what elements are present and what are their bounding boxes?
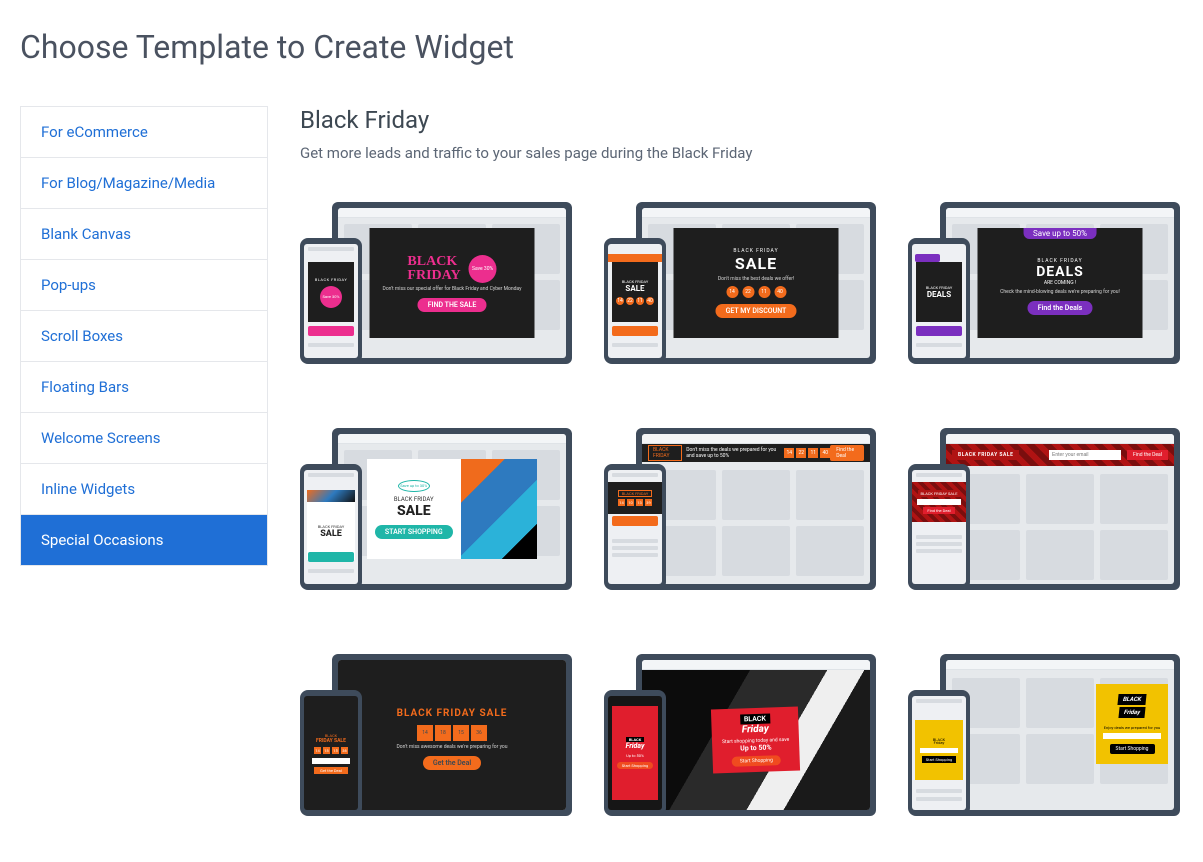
template-card-8[interactable]: BLACK Friday Start shopping today and sa…: [604, 654, 876, 816]
template-card-2[interactable]: BLACK FRIDAY SALE Don't miss the best de…: [604, 202, 876, 364]
t4-cta: START SHOPPING: [375, 525, 453, 539]
template-card-1[interactable]: BLACK FRIDAY Save 30% Don't miss our spe…: [300, 202, 572, 364]
t7-count: 14 18 15 36: [417, 725, 487, 741]
t7-head: BLACK FRIDAY SALE: [397, 708, 508, 719]
t1-phone-header: BLACK FRIDAY: [315, 277, 348, 282]
t2-sub: Don't miss the best deals we offer!: [718, 276, 794, 282]
t2-count: 14 22 11 40: [726, 286, 786, 298]
template-grid: BLACK FRIDAY Save 30% Don't miss our spe…: [300, 202, 1183, 816]
t5-text: Don't miss the deals we prepared for you…: [686, 447, 784, 459]
t2-cta: GET MY DISCOUNT: [716, 304, 797, 318]
t7-phone-cta: Get the Deal: [314, 767, 348, 774]
t8-tag2: Friday: [722, 723, 790, 736]
t9-phone-tag2: Friday: [934, 740, 945, 745]
t4-phone-cta: [308, 552, 354, 562]
t2-phone-head: SALE: [625, 284, 644, 293]
t3-phone-cta: [916, 326, 962, 336]
t7-cta: Get the Deal: [423, 756, 481, 770]
t4-pre: BLACK FRIDAY: [394, 496, 434, 503]
t1-cta: FIND THE SALE: [418, 298, 487, 312]
layout: For eCommerce For Blog/Magazine/Media Bl…: [20, 106, 1183, 816]
t4-phone-head: SALE: [320, 529, 342, 539]
sidebar-item-ecommerce[interactable]: For eCommerce: [21, 107, 267, 158]
sidebar-item-special[interactable]: Special Occasions: [21, 515, 267, 565]
t1-friday: FRIDAY: [407, 269, 460, 283]
template-card-3[interactable]: Save up to 50% BLACK FRIDAY DEALS ARE CO…: [908, 202, 1180, 364]
t6-phone-cta: Find the Deal: [923, 507, 954, 514]
t8-phone-tag2: Friday: [626, 742, 645, 750]
t6-phone-label: BLACK FRIDAY SALE: [918, 490, 961, 497]
t3-sub1: ARE COMING !: [1044, 280, 1076, 286]
t8-cta: Start Shopping: [732, 755, 781, 767]
sidebar-item-inline[interactable]: Inline Widgets: [21, 464, 267, 515]
t4-head: SALE: [397, 503, 431, 519]
template-card-7[interactable]: BLACK FRIDAY SALE 14 18 15 36 Don't miss…: [300, 654, 572, 816]
t2-head: SALE: [735, 254, 777, 273]
template-card-6[interactable]: BLACK FRIDAY SALE Find the Deal BLACK FR…: [908, 428, 1180, 590]
t5-count: 14221140: [784, 448, 830, 458]
t6-label: BLACK FRIDAY SALE: [952, 450, 1019, 460]
t4-badge: Save up to 30%: [398, 480, 430, 492]
t2-phone-cta: [612, 326, 658, 336]
sidebar-item-welcome[interactable]: Welcome Screens: [21, 413, 267, 464]
t3-cta: Find the Deals: [1028, 301, 1093, 315]
t9-cta: Start Shopping: [1110, 744, 1155, 754]
t6-email-input: [1049, 450, 1121, 460]
t9-line: Enjoy deals we prepared for you: [1104, 725, 1160, 730]
t7-sub: Don't miss awesome deals we're preparing…: [396, 744, 507, 750]
template-card-9[interactable]: BLACK Friday Enjoy deals we prepared for…: [908, 654, 1180, 816]
content-title: Black Friday: [300, 106, 1183, 134]
page-title: Choose Template to Create Widget: [20, 28, 1183, 66]
t8-phone-cta: Start Shopping: [617, 762, 653, 769]
sidebar-item-blank[interactable]: Blank Canvas: [21, 209, 267, 260]
sidebar-item-floatingbars[interactable]: Floating Bars: [21, 362, 267, 413]
sidebar-item-popups[interactable]: Pop-ups: [21, 260, 267, 311]
main-content: Black Friday Get more leads and traffic …: [300, 106, 1183, 816]
t5-cta: Find the Deal: [830, 445, 864, 461]
t5-phone-cta: [612, 516, 658, 526]
sidebar-item-scrollboxes[interactable]: Scroll Boxes: [21, 311, 267, 362]
content-description: Get more leads and traffic to your sales…: [300, 144, 1183, 162]
t5-phone-badge: BLACK FRIDAY: [618, 490, 653, 497]
t1-black: BLACK: [407, 255, 460, 269]
t3-ribbon: Save up to 50%: [1023, 228, 1097, 239]
t5-badge: BLACK FRIDAY: [648, 445, 682, 461]
t1-save-badge: Save 30%: [469, 255, 497, 283]
t9-phone-cta: Start Shopping: [922, 756, 956, 763]
t6-cta: Find the Deal: [1127, 450, 1168, 460]
t3-phone-head: DEALS: [927, 290, 951, 299]
template-card-4[interactable]: Save up to 30% BLACK FRIDAY SALE START S…: [300, 428, 572, 590]
t9-tag1: BLACK: [1122, 696, 1141, 703]
t3-head: DEALS: [1036, 264, 1084, 280]
sidebar: For eCommerce For Blog/Magazine/Media Bl…: [20, 106, 268, 566]
template-card-5[interactable]: BLACK FRIDAY Don't miss the deals we pre…: [604, 428, 876, 590]
t9-tag2: Friday: [1124, 709, 1141, 716]
sidebar-item-blog[interactable]: For Blog/Magazine/Media: [21, 158, 267, 209]
t8-phone-line: Up to 50%: [626, 753, 644, 758]
t1-phone-cta: [308, 326, 354, 336]
t7-phone-head: FRIDAY SALE: [316, 738, 346, 744]
t1-sub: Don't miss our special offer for Black F…: [383, 286, 522, 292]
t1-phone-circle: Save 30%: [320, 286, 342, 308]
t3-sub2: Check the mind-blowing deals we're prepa…: [1000, 289, 1120, 295]
